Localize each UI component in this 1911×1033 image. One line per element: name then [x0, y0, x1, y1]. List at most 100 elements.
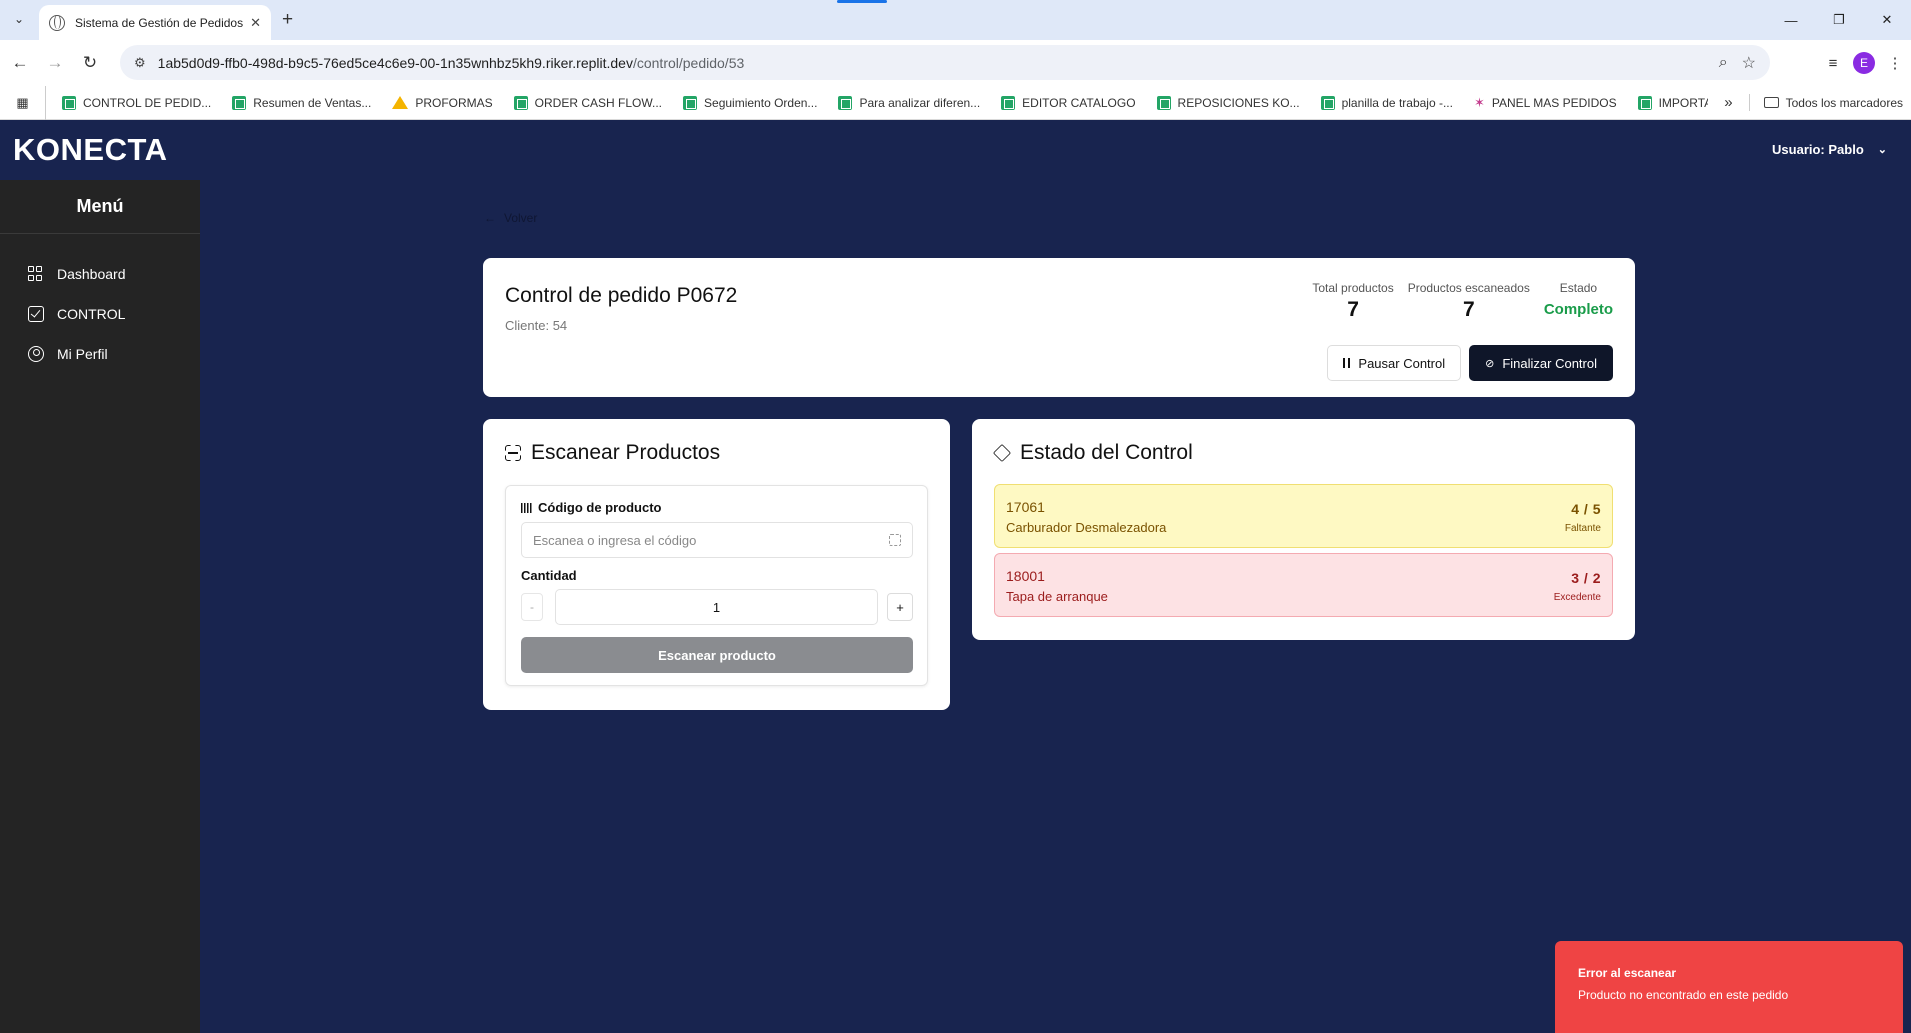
- scan-heading-text: Escanear Productos: [531, 441, 721, 464]
- control-status-card: Estado del Control 17061 Carburador Desm…: [972, 419, 1635, 640]
- status-badge: Excedente: [1553, 592, 1601, 603]
- page-title: Control de pedido P0672: [505, 284, 738, 307]
- url-text: 1ab5d0d9-ffb0-498d-b9c5-76ed5ce4c6e9-00-…: [158, 55, 1705, 71]
- order-stats: Total productos 7 Productos escaneados 7…: [1298, 281, 1613, 322]
- back-arrow-icon[interactable]: ←: [8, 51, 32, 75]
- quantity-input[interactable]: [555, 589, 878, 625]
- sidebar-title: Menú: [0, 180, 200, 234]
- sheets-icon: [1320, 95, 1335, 110]
- all-bookmarks-folder[interactable]: Todos los marcadores: [1750, 96, 1911, 110]
- stat-scanned-products: Productos escaneados 7: [1408, 281, 1530, 322]
- code-label-text: Código de producto: [538, 500, 662, 515]
- bookmark-item[interactable]: ✶ PANEL MAS PEDIDOS: [1474, 96, 1617, 110]
- sidebar-item-mi-perfil[interactable]: Mi Perfil: [0, 334, 200, 374]
- bookmark-item[interactable]: IMPORTACIONES K...: [1637, 95, 1709, 110]
- status-heading-text: Estado del Control: [1020, 441, 1193, 464]
- quantity-decrement-button[interactable]: -: [521, 593, 543, 621]
- bookmark-label: Para analizar diferen...: [859, 95, 981, 110]
- control-actions: Pausar Control ⊘ Finalizar Control: [1327, 345, 1613, 381]
- tab-close-icon[interactable]: ✕: [250, 15, 261, 31]
- stat-state: Estado Completo: [1544, 281, 1613, 322]
- bookmark-item[interactable]: Para analizar diferen...: [838, 95, 981, 110]
- bookmark-list: CONTROL DE PEDID... Resumen de Ventas... P…: [46, 95, 1709, 110]
- bookmark-star-icon[interactable]: ☆: [1742, 53, 1756, 73]
- sheets-icon: [232, 95, 247, 110]
- arrow-left-icon: ←: [484, 211, 496, 225]
- user-menu[interactable]: Usuario: Pablo ⌄: [1772, 142, 1887, 157]
- brand-logo[interactable]: KONECTA: [13, 132, 167, 168]
- bookmark-item[interactable]: REPOSICIONES KO...: [1156, 95, 1300, 110]
- toolbar-actions: ≡ E ⋮: [1817, 48, 1911, 78]
- tab-search-chevron-icon[interactable]: ⌄: [8, 8, 30, 30]
- sheets-icon: [683, 95, 698, 110]
- scan-products-card: Escanear Productos Código de producto Ca…: [483, 419, 950, 710]
- new-tab-button[interactable]: +: [282, 9, 293, 31]
- url-host: 1ab5d0d9-ffb0-498d-b9c5-76ed5ce4c6e9-00-…: [157, 54, 633, 71]
- address-bar[interactable]: ⚙ 1ab5d0d9-ffb0-498d-b9c5-76ed5ce4c6e9-0…: [120, 45, 1770, 80]
- browser-tab-active[interactable]: Sistema de Gestión de Pedidos ✕: [39, 5, 271, 40]
- sidebar-nav: Dashboard CONTROL Mi Perfil: [0, 234, 200, 374]
- bookmark-item[interactable]: CONTROL DE PEDID...: [62, 95, 212, 110]
- window-controls: — ❐ ✕: [1767, 0, 1911, 40]
- scan-count: 4 / 5: [1571, 501, 1601, 517]
- profile-avatar[interactable]: E: [1853, 52, 1875, 74]
- browser-tab-bar: ⌄ Sistema de Gestión de Pedidos ✕ + — ❐ …: [0, 0, 1911, 40]
- back-label: Volver: [504, 211, 538, 225]
- status-badge: Completo: [1543, 301, 1613, 318]
- product-code-input[interactable]: [521, 522, 913, 558]
- scan-product-button[interactable]: Escanear producto: [521, 637, 913, 673]
- reload-icon[interactable]: ↻: [78, 51, 102, 75]
- stat-value: 7: [1347, 298, 1359, 321]
- bookmark-label: REPOSICIONES KO...: [1177, 95, 1300, 110]
- back-link[interactable]: ← Volver: [484, 211, 537, 225]
- error-toast[interactable]: Error al escanear Producto no encontrado…: [1555, 941, 1903, 1033]
- bookmark-item[interactable]: planilla de trabajo -...: [1320, 95, 1453, 110]
- list-item: 17061 Carburador Desmalezadora 4 / 5 Fal…: [994, 484, 1613, 548]
- bookmark-item[interactable]: PROFORMAS: [392, 95, 493, 110]
- app-header: KONECTA Usuario: Pablo ⌄: [0, 120, 1911, 180]
- package-icon: [992, 443, 1012, 463]
- scan-heading: Escanear Productos: [505, 441, 720, 465]
- minimize-icon[interactable]: —: [1767, 0, 1815, 40]
- quantity-increment-button[interactable]: +: [887, 593, 913, 621]
- scan-form: Código de producto Cantidad - + Escanear…: [505, 485, 928, 686]
- user-label: Usuario: Pablo: [1772, 142, 1864, 157]
- browser-toolbar: ← → ↻ ⚙ 1ab5d0d9-ffb0-498d-b9c5-76ed5ce4…: [0, 40, 1911, 86]
- bookmark-label: IMPORTACIONES K...: [1658, 95, 1709, 110]
- product-code: 18001: [1006, 568, 1045, 584]
- scan-code-icon[interactable]: [889, 534, 901, 546]
- pause-icon: [1343, 358, 1351, 368]
- bookmark-label: PROFORMAS: [415, 95, 493, 110]
- bookmarks-overflow-icon[interactable]: »: [1708, 94, 1750, 111]
- quantity-field-label: Cantidad: [521, 568, 577, 583]
- bookmark-label: ORDER CASH FLOW...: [534, 95, 663, 110]
- product-name: Carburador Desmalezadora: [1006, 520, 1167, 535]
- kebab-menu-icon[interactable]: ⋮: [1879, 48, 1911, 78]
- bookmark-item[interactable]: Resumen de Ventas...: [232, 95, 371, 110]
- restore-icon[interactable]: ❐: [1815, 0, 1863, 40]
- bookmark-label: CONTROL DE PEDID...: [83, 95, 212, 110]
- zoom-icon[interactable]: ⌕: [1719, 54, 1728, 72]
- timer-off-icon: ⊘: [1485, 357, 1495, 370]
- barcode-icon: [521, 502, 533, 513]
- sidebar-item-control[interactable]: CONTROL: [0, 294, 200, 334]
- status-badge: Faltante: [1564, 523, 1601, 534]
- apps-grid-icon[interactable]: ▦: [0, 85, 46, 120]
- bookmark-label: planilla de trabajo -...: [1341, 95, 1453, 110]
- sidebar-item-dashboard[interactable]: Dashboard: [0, 254, 200, 294]
- sidebar: Menú Dashboard CONTROL Mi Perfil: [0, 180, 200, 1033]
- pause-control-label: Pausar Control: [1358, 355, 1446, 371]
- quantity-label-text: Cantidad: [521, 568, 577, 583]
- site-settings-icon[interactable]: ⚙: [134, 55, 146, 71]
- bookmark-item[interactable]: Seguimiento Orden...: [683, 95, 817, 110]
- list-item: 18001 Tapa de arranque 3 / 2 Excedente: [994, 553, 1613, 617]
- media-queue-icon[interactable]: ≡: [1817, 48, 1849, 78]
- finish-control-button[interactable]: ⊘ Finalizar Control: [1469, 345, 1613, 381]
- order-summary-card: Control de pedido P0672 Cliente: 54 Tota…: [483, 258, 1635, 397]
- close-window-icon[interactable]: ✕: [1863, 0, 1911, 40]
- bookmark-item[interactable]: EDITOR CATALOGO: [1001, 95, 1136, 110]
- all-bookmarks-label: Todos los marcadores: [1785, 95, 1903, 110]
- forward-arrow-icon[interactable]: →: [43, 51, 67, 75]
- pause-control-button[interactable]: Pausar Control: [1327, 345, 1462, 381]
- bookmark-item[interactable]: ORDER CASH FLOW...: [513, 95, 663, 110]
